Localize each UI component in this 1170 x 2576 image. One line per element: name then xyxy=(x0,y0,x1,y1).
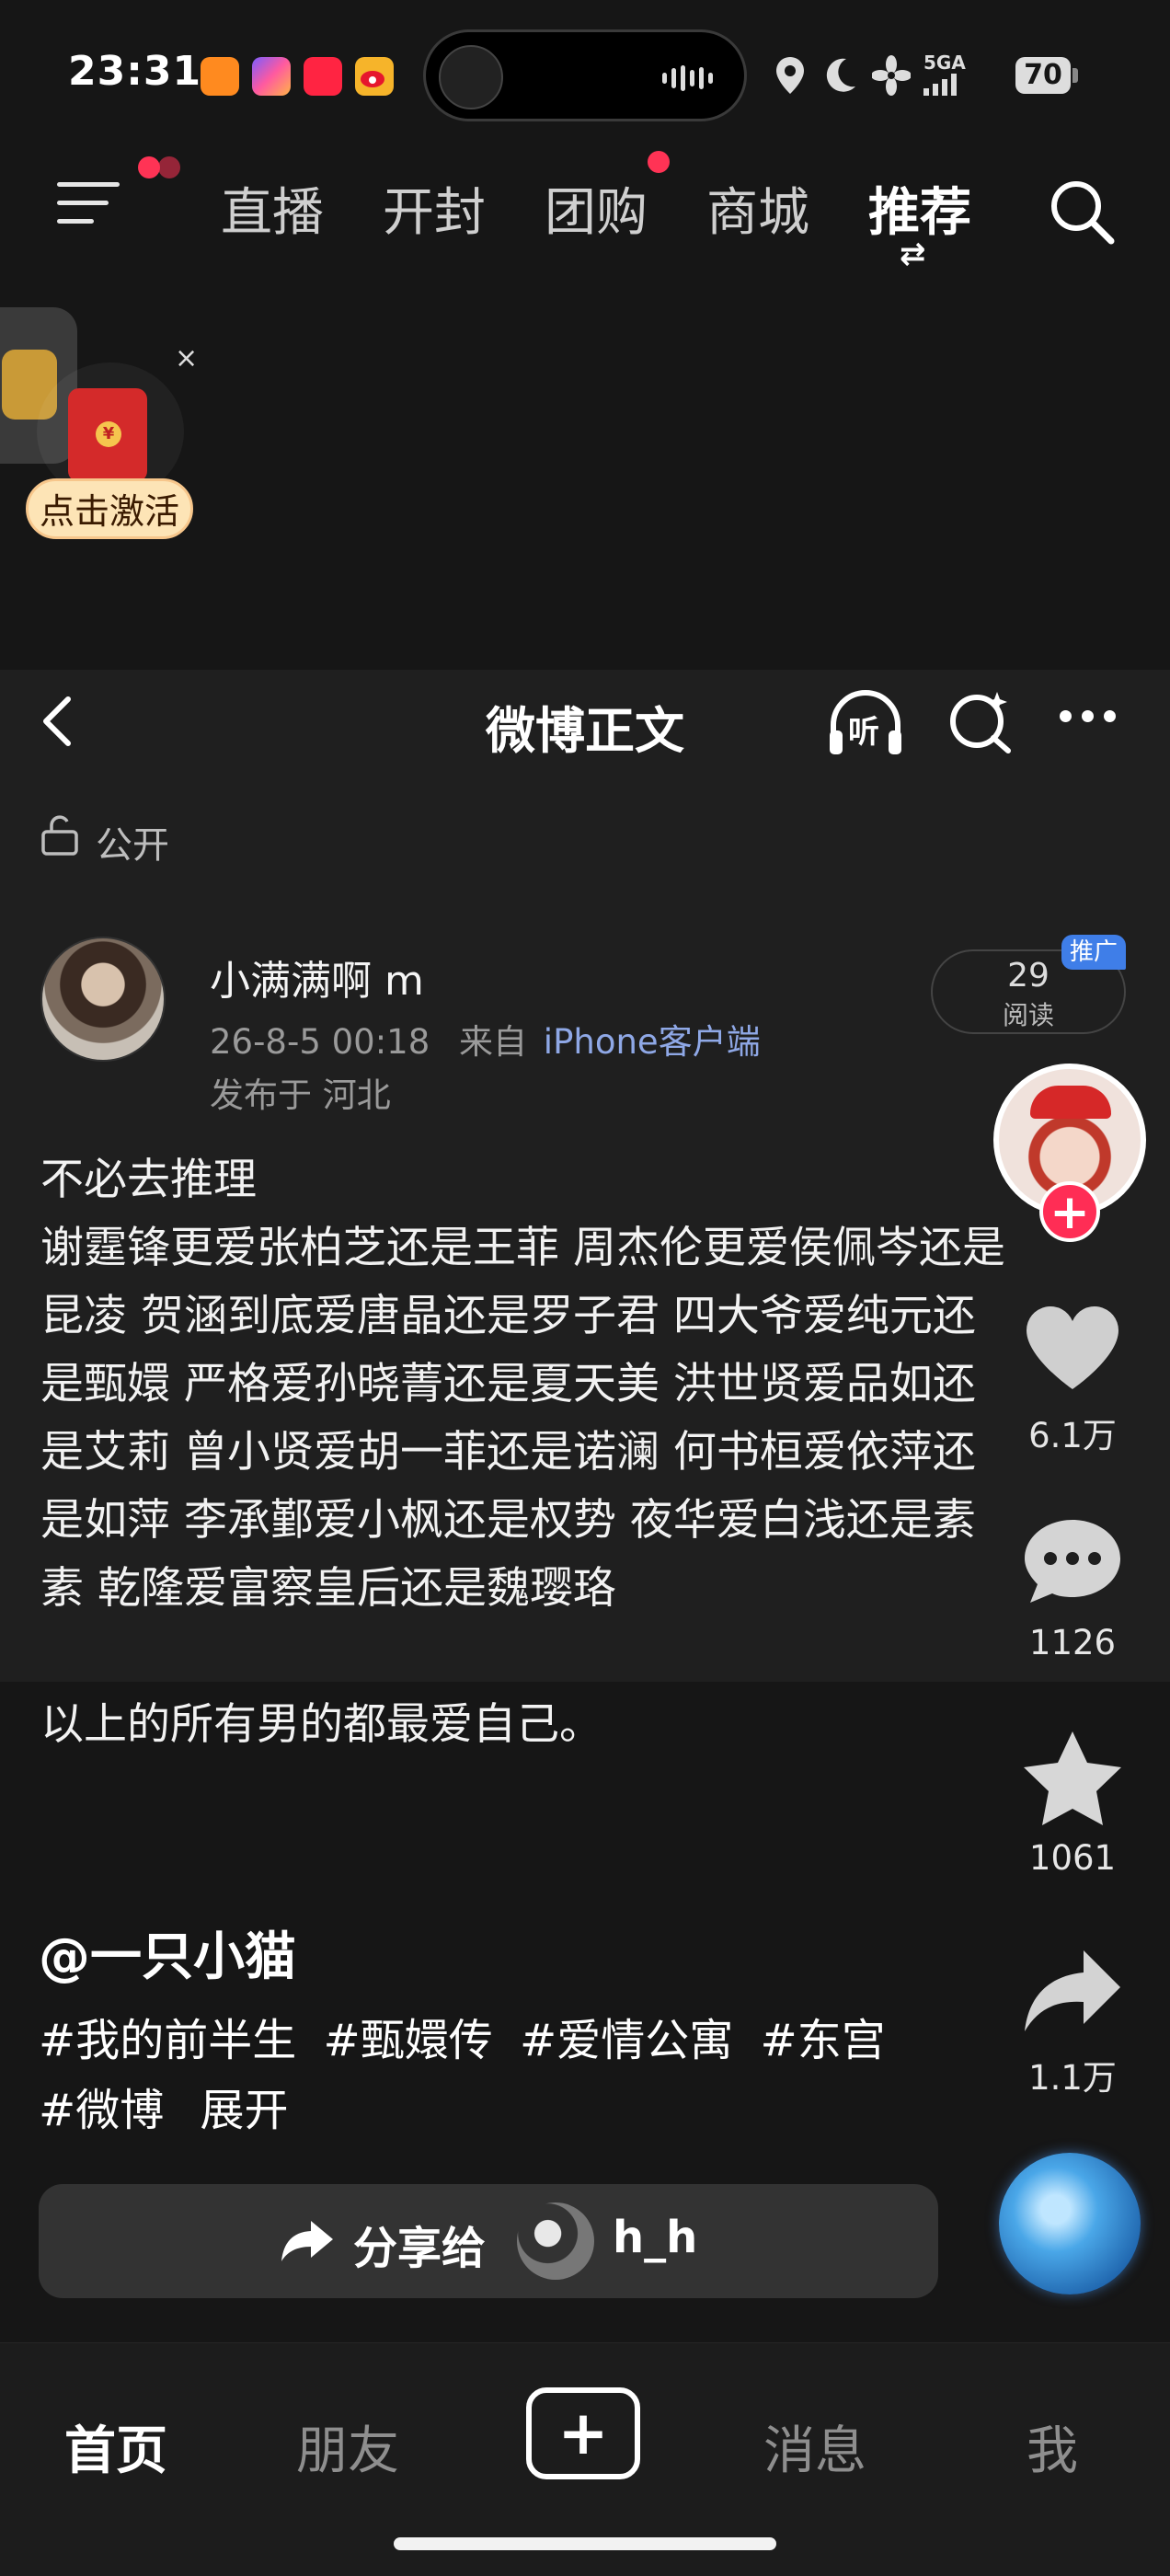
dynamic-island[interactable] xyxy=(423,29,747,121)
search-icon[interactable] xyxy=(1045,175,1118,248)
taobao-app-icon xyxy=(201,57,239,96)
switch-feed-icon[interactable]: ⇄ xyxy=(900,236,926,272)
creator-hat xyxy=(1030,1086,1111,1119)
menu-notification-dot xyxy=(138,156,160,178)
visibility-label: 公开 xyxy=(96,824,169,867)
moon-icon xyxy=(822,55,859,99)
menu-icon[interactable] xyxy=(53,175,127,230)
forward-arrow-icon xyxy=(280,2219,335,2263)
follow-button[interactable]: + xyxy=(1039,1181,1100,1242)
tab-recommend[interactable]: 推荐 xyxy=(868,171,971,246)
red-packet-icon[interactable]: ¥ xyxy=(68,388,147,482)
coin-icon: ¥ xyxy=(96,421,121,447)
activate-button[interactable]: 点击激活 xyxy=(26,478,193,539)
network-label: 5GA xyxy=(923,52,966,74)
body-line: 是艾莉 曾小贤爱胡一菲还是诺澜 何书桓爱依萍还 xyxy=(40,1427,976,1478)
tab-live[interactable]: 直播 xyxy=(221,171,324,246)
source-prefix: 来自 xyxy=(459,1022,528,1062)
battery-indicator: 70 xyxy=(1015,57,1071,94)
post-location: 发布于 河北 xyxy=(210,1075,391,1115)
hashtag[interactable]: #微博 xyxy=(39,2085,164,2136)
listen-button[interactable]: 听 xyxy=(826,688,905,758)
tab-messages[interactable]: 消息 xyxy=(763,2409,866,2484)
favorite-count: 1061 xyxy=(1028,1838,1117,1878)
promote-tag[interactable]: 推广 xyxy=(1061,935,1126,970)
hashtag-list: #我的前半生 #甄嬛传 #爱情公寓 #东宫 #微博 展开 xyxy=(39,2006,899,2145)
signal-icon: 5GA xyxy=(923,52,997,99)
post-header: 微博正文 听 xyxy=(0,670,1170,773)
tab-kaifeng[interactable]: 开封 xyxy=(383,171,486,246)
hashtag[interactable]: #爱情公寓 xyxy=(520,2015,733,2066)
listen-label: 听 xyxy=(848,714,879,751)
share-count: 1.1万 xyxy=(1028,2058,1117,2098)
hashtag-row: #我的前半生 #甄嬛传 #爱情公寓 #东宫 xyxy=(39,2006,899,2076)
body-line: 不必去推理 xyxy=(40,1155,257,1205)
close-promo-button[interactable]: × xyxy=(175,342,198,374)
body-line: 是如萍 李承鄞爱小枫还是权势 夜华爱白浅还是素 xyxy=(40,1495,976,1546)
post-meta: 26-8-5 00:18 来自 iPhone客户端 xyxy=(210,1014,761,1064)
hashtag[interactable]: #我的前半生 xyxy=(39,2015,296,2066)
star-app-icon xyxy=(252,57,291,96)
xiaohongshu-app-icon xyxy=(304,57,342,96)
fan-icon xyxy=(871,55,912,99)
friend-avatar xyxy=(517,2202,594,2280)
music-artwork xyxy=(439,45,503,109)
tab-friends[interactable]: 朋友 xyxy=(296,2409,399,2484)
top-navigation: 直播 开封 团购 商城 推荐 ⇄ xyxy=(0,138,1170,272)
read-label: 阅读 xyxy=(1002,1000,1054,1030)
body-conclusion: 以上的所有男的都最爱自己。 xyxy=(40,1699,602,1750)
hashtag[interactable]: #东宫 xyxy=(761,2015,886,2066)
author-name[interactable]: 小满满啊 m xyxy=(210,948,424,1006)
battery-nub xyxy=(1072,68,1078,83)
unlock-icon xyxy=(40,815,79,856)
post-body: 不必去推理 谢霆锋更爱张柏芝还是王菲 周杰伦更爱侯佩岑还是 昆凌 贺涵到底爱唐晶… xyxy=(40,1146,1144,1759)
tab-mall[interactable]: 商城 xyxy=(706,171,809,246)
tab-home[interactable]: 首页 xyxy=(64,2409,167,2484)
more-options-icon[interactable] xyxy=(1060,708,1128,727)
home-indicator[interactable] xyxy=(394,2537,776,2550)
menu-notification-dot-shadow xyxy=(158,156,180,178)
post-date: 26-8-5 00:18 xyxy=(210,1022,430,1062)
comment-count: 1126 xyxy=(1028,1623,1117,1662)
share-icon[interactable] xyxy=(1019,1941,1126,2042)
groupbuy-notification-dot xyxy=(648,151,670,173)
expand-button[interactable]: 展开 xyxy=(201,2085,289,2136)
body-line: 素 乾隆爱富察皇后还是魏璎珞 xyxy=(40,1563,616,1614)
status-time: 23:31 xyxy=(68,48,202,95)
weibo-app-icon xyxy=(355,57,394,96)
tab-me[interactable]: 我 xyxy=(1027,2409,1078,2484)
body-line: 谢霆锋更爱张柏芝还是王菲 周杰伦更爱侯佩岑还是 xyxy=(40,1223,1005,1273)
body-line: 是甄嬛 严格爱孙晓菁还是夏天美 洪世贤爱品如还 xyxy=(40,1359,976,1409)
ai-search-icon[interactable] xyxy=(947,688,1014,754)
post-detail: 微博正文 听 公开 小满满啊 m 26-8-5 00:18 来自 iPhone客… xyxy=(0,670,1170,1750)
hashtag-row: #微博 展开 xyxy=(39,2076,899,2145)
friend-name: h_h xyxy=(613,2212,698,2263)
author-avatar[interactable] xyxy=(40,937,166,1062)
star-icon[interactable] xyxy=(1019,1728,1126,1829)
audio-wave-icon xyxy=(662,65,713,91)
share-label: 分享给 xyxy=(353,2223,487,2274)
status-bar: 23:31 5GA 70 xyxy=(0,0,1170,138)
like-count: 6.1万 xyxy=(1028,1416,1117,1455)
like-icon[interactable] xyxy=(1019,1297,1126,1398)
share-to-friend-button[interactable]: 分享给 h_h xyxy=(39,2184,938,2298)
client-link[interactable]: iPhone客户端 xyxy=(544,1022,761,1062)
screen: 23:31 5GA 70 直播 开封 团购 商城 推荐 ⇄ ¥ × 点击激活 微… xyxy=(0,0,1170,2576)
comment-icon[interactable] xyxy=(1019,1512,1126,1614)
floating-assistant-button[interactable] xyxy=(999,2153,1141,2294)
hashtag[interactable]: #甄嬛传 xyxy=(324,2015,493,2066)
location-icon xyxy=(773,55,808,99)
mention-link[interactable]: @一只小猫 xyxy=(39,1915,296,1990)
body-line: 昆凌 贺涵到底爱唐晶还是罗子君 四大爷爱纯元还 xyxy=(40,1291,976,1341)
compose-button[interactable]: + xyxy=(526,2387,640,2479)
plus-icon: + xyxy=(557,2398,609,2468)
tab-groupbuy[interactable]: 团购 xyxy=(545,171,648,246)
